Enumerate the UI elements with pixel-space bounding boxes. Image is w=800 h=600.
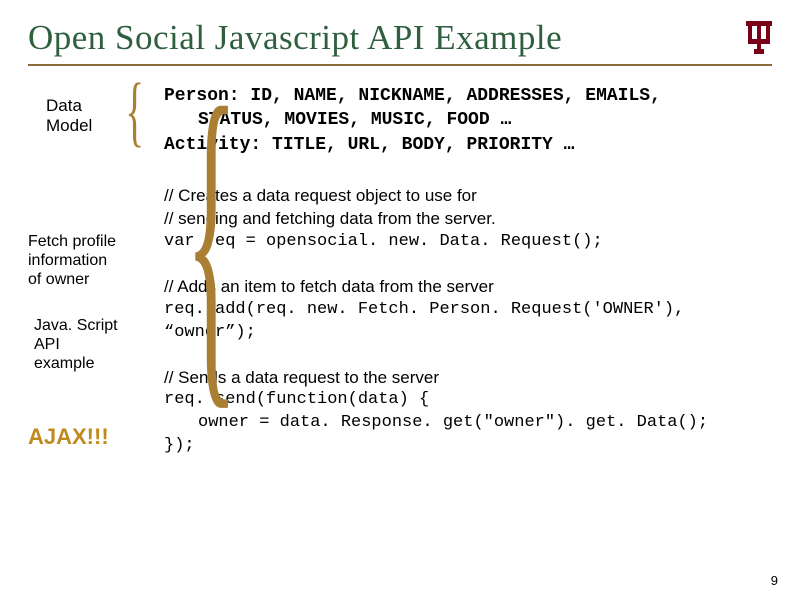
code-line: var req = opensocial. new. Data. Request…	[164, 231, 772, 254]
code-line: });	[164, 435, 772, 458]
code-comment: // Creates a data request object to use …	[164, 185, 772, 208]
slide-title: Open Social Javascript API Example	[28, 18, 736, 58]
data-model-line: Person: ID, NAME, NICKNAME, ADDRESSES, E…	[164, 84, 772, 108]
iu-logo-icon	[746, 21, 772, 55]
data-model-line: Activity: TITLE, URL, BODY, PRIORITY …	[164, 133, 772, 157]
code-block-create-request: // Creates a data request object to use …	[156, 185, 772, 254]
page-number: 9	[771, 573, 778, 588]
code-comment: // sending and fetching data from the se…	[164, 208, 772, 231]
code-comment: // Sends a data request to the server	[164, 367, 772, 390]
title-row: Open Social Javascript API Example	[28, 18, 772, 66]
code-line: req. send(function(data) {	[164, 389, 772, 412]
fetch-profile-label: Fetch profile information of owner	[28, 232, 116, 290]
code-block-add-item: // Adds an item to fetch data from the s…	[156, 276, 772, 345]
code-line: req. add(req. new. Fetch. Person. Reques…	[164, 299, 772, 345]
data-model-label: Data Model	[46, 96, 92, 137]
code-comment: // Adds an item to fetch data from the s…	[164, 276, 772, 299]
data-model-block: Person: ID, NAME, NICKNAME, ADDRESSES, E…	[156, 84, 772, 157]
ajax-label: AJAX!!!	[28, 424, 109, 450]
brace-icon: {	[125, 66, 144, 156]
data-model-line: STATUS, MOVIES, MUSIC, FOOD …	[164, 108, 772, 132]
javascript-api-label: Java. Script API example	[34, 316, 118, 374]
brace-icon: {	[185, 54, 238, 419]
labels-column: { { Data Model Fetch profile information…	[28, 84, 148, 554]
slide: Open Social Javascript API Example { { D…	[0, 0, 800, 600]
code-column: Person: ID, NAME, NICKNAME, ADDRESSES, E…	[156, 84, 772, 554]
code-line: owner = data. Response. get("owner"). ge…	[164, 412, 772, 435]
code-block-send: // Sends a data request to the server re…	[156, 367, 772, 459]
content-area: { { Data Model Fetch profile information…	[28, 84, 772, 554]
code-line-inner: owner = data. Response. get("owner"). ge…	[164, 412, 708, 435]
